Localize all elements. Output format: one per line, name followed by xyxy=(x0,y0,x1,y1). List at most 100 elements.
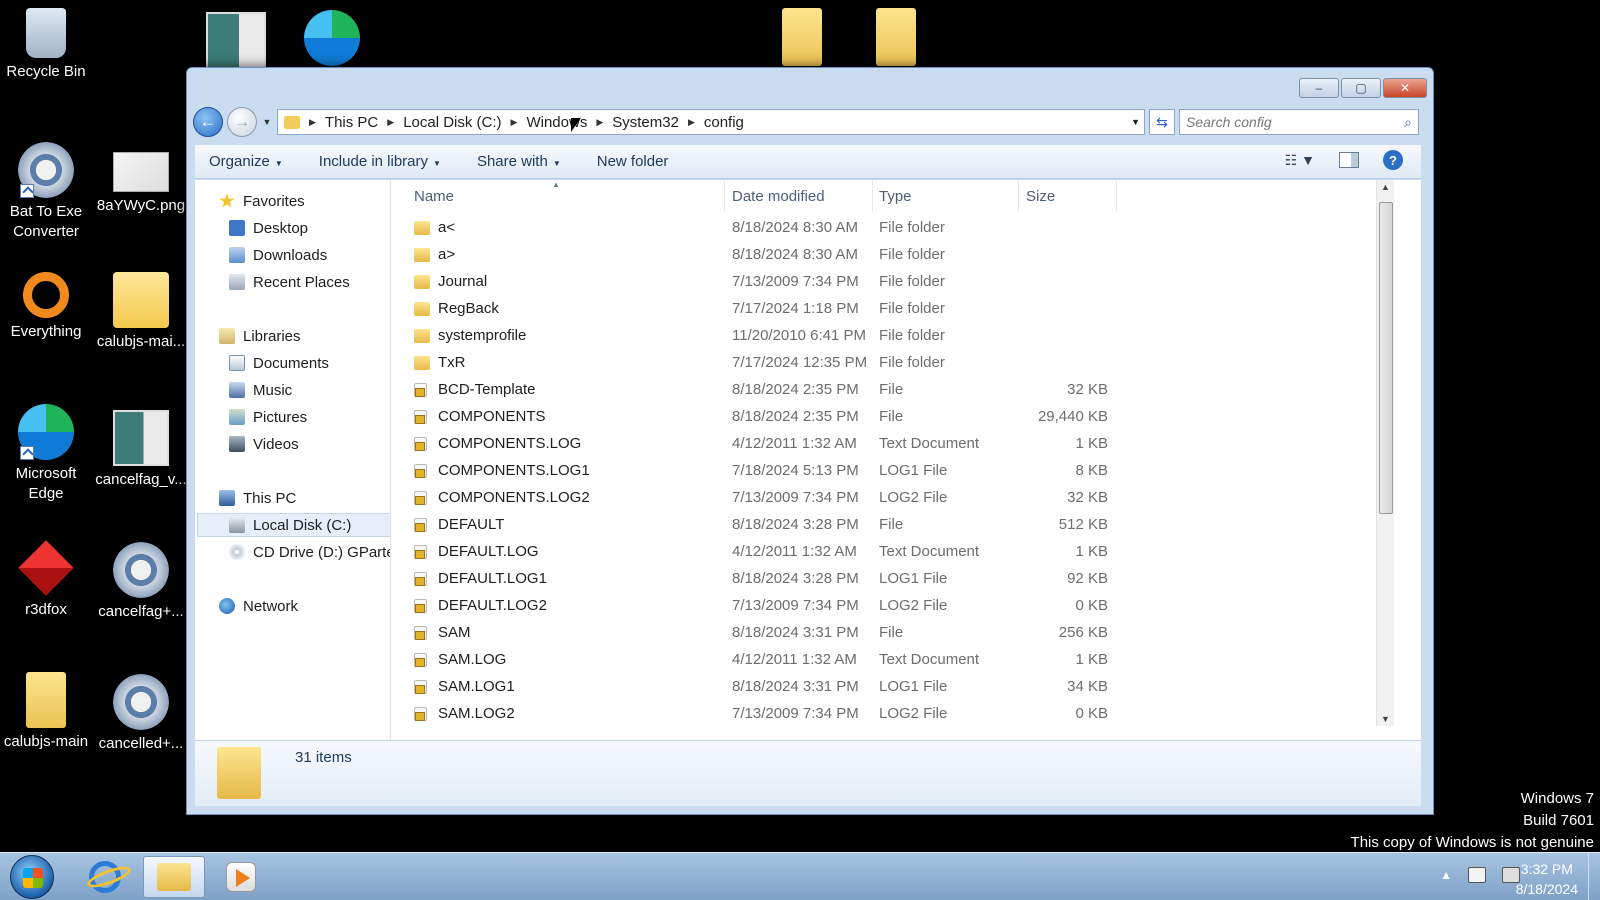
file-name: COMPONENTS.LOG xyxy=(438,435,582,452)
share-with-button[interactable]: Share with ▼ xyxy=(477,153,561,170)
desktop-icon-calubjs-zip[interactable]: calubjs-mai... xyxy=(95,272,187,352)
nav-network[interactable]: Network xyxy=(219,595,298,617)
scroll-down-icon[interactable]: ▼ xyxy=(1381,714,1390,724)
address-bar[interactable]: ▶ This PC ▶ Local Disk (C:) ▶ Windows ▶ … xyxy=(277,109,1145,135)
nav-downloads[interactable]: Downloads xyxy=(229,244,327,266)
desktop-icon-label: cancelfag_v... xyxy=(95,471,187,488)
search-input[interactable]: Search config ⌕ xyxy=(1179,109,1419,135)
show-hidden-icons-button[interactable]: ▲ xyxy=(1440,868,1452,882)
desktop-icon-everything[interactable]: Everything xyxy=(0,272,92,342)
table-row[interactable]: BCD-Template 8/18/2024 2:35 PM File 32 KB xyxy=(392,377,1122,404)
refresh-button[interactable]: ⇆ xyxy=(1149,109,1175,135)
scroll-up-icon[interactable]: ▲ xyxy=(1381,182,1390,192)
nav-libraries[interactable]: Libraries xyxy=(219,325,301,347)
table-row[interactable]: SAM.LOG2 7/13/2009 7:34 PM LOG2 File 0 KB xyxy=(392,701,1122,728)
nav-favorites[interactable]: Favorites xyxy=(219,190,305,212)
back-button[interactable]: ← xyxy=(193,107,223,137)
nav-this-pc[interactable]: This PC xyxy=(219,487,296,509)
nav-local-disk[interactable]: Local Disk (C:) xyxy=(229,514,351,536)
show-desktop-button[interactable] xyxy=(1588,853,1600,900)
include-in-library-button[interactable]: Include in library ▼ xyxy=(319,153,441,170)
breadcrumb-this-pc[interactable]: This PC xyxy=(321,114,382,131)
title-bar[interactable]: – ▢ ✕ xyxy=(187,68,1433,104)
desktop-icon-r3dfox[interactable]: r3dfox xyxy=(0,540,92,620)
new-folder-button[interactable]: New folder xyxy=(597,153,669,170)
help-button[interactable]: ? xyxy=(1383,150,1403,170)
table-row[interactable]: systemprofile 11/20/2010 6:41 PM File fold… xyxy=(392,323,1122,350)
desktop-icon-calubjs-main[interactable]: calubjs-main xyxy=(0,672,92,752)
preview-pane-button[interactable] xyxy=(1339,152,1359,168)
image-file-icon[interactable] xyxy=(206,12,266,70)
nav-recent-places[interactable]: Recent Places xyxy=(229,271,350,293)
table-row[interactable]: a> 8/18/2024 8:30 AM File folder xyxy=(392,242,1122,269)
file-date-modified: 7/17/2024 12:35 PM xyxy=(732,354,868,371)
change-view-button[interactable]: ☷ ▼ xyxy=(1285,152,1315,169)
file-name: Journal xyxy=(438,273,488,290)
table-row[interactable]: COMPONENTS.LOG1 7/18/2024 5:13 PM LOG1 Fil… xyxy=(392,458,1122,485)
column-divider[interactable] xyxy=(1018,180,1019,212)
chevron-down-icon[interactable]: ▼ xyxy=(1131,117,1140,127)
minimize-button[interactable]: – xyxy=(1299,78,1339,98)
taskbar-file-explorer[interactable] xyxy=(143,856,205,898)
column-date-modified[interactable]: Date modified xyxy=(732,188,825,205)
table-row[interactable]: COMPONENTS 8/18/2024 2:35 PM File 29,440 KB xyxy=(392,404,1122,431)
nav-videos[interactable]: Videos xyxy=(229,433,299,455)
close-button[interactable]: ✕ xyxy=(1383,78,1427,98)
scroll-thumb[interactable] xyxy=(1379,202,1393,514)
chevron-right-icon[interactable]: ▶ xyxy=(506,117,523,128)
network-icon[interactable] xyxy=(1468,867,1486,883)
table-row[interactable]: DEFAULT.LOG 4/12/2011 1:32 AM Text Documen… xyxy=(392,539,1122,566)
desktop-icon-bat-to-exe[interactable]: Bat To Exe Converter xyxy=(0,142,92,242)
nav-cd-drive[interactable]: CD Drive (D:) GParted xyxy=(229,541,390,563)
nav-desktop[interactable]: Desktop xyxy=(229,217,308,239)
table-row[interactable]: DEFAULT.LOG1 8/18/2024 3:28 PM LOG1 File 92… xyxy=(392,566,1122,593)
chevron-right-icon[interactable]: ▶ xyxy=(382,117,399,128)
nav-pictures[interactable]: Pictures xyxy=(229,406,307,428)
start-button[interactable] xyxy=(10,855,54,899)
column-size[interactable]: Size xyxy=(1026,188,1055,205)
table-row[interactable]: COMPONENTS.LOG 4/12/2011 1:32 AM Text Docu… xyxy=(392,431,1122,458)
breadcrumb-config[interactable]: config xyxy=(700,114,748,131)
chevron-right-icon[interactable]: ▶ xyxy=(304,117,321,128)
taskbar-media-player[interactable] xyxy=(210,856,272,898)
table-row[interactable]: DEFAULT 8/18/2024 3:28 PM File 512 KB xyxy=(392,512,1122,539)
table-row[interactable]: SAM 8/18/2024 3:31 PM File 256 KB xyxy=(392,620,1122,647)
vertical-scrollbar[interactable]: ▲ ▼ xyxy=(1376,180,1394,726)
desktop-icon-recycle-bin[interactable]: Recycle Bin xyxy=(0,8,92,82)
table-row[interactable]: SAM.LOG 4/12/2011 1:32 AM Text Document 1 K… xyxy=(392,647,1122,674)
folder-icon[interactable] xyxy=(782,8,822,66)
nav-documents[interactable]: Documents xyxy=(229,352,329,374)
column-divider[interactable] xyxy=(1116,180,1117,212)
column-divider[interactable] xyxy=(872,180,873,212)
table-row[interactable]: TxR 7/17/2024 12:35 PM File folder xyxy=(392,350,1122,377)
column-divider[interactable] xyxy=(724,180,725,212)
table-row[interactable]: RegBack 7/17/2024 1:18 PM File folder xyxy=(392,296,1122,323)
chevron-right-icon[interactable]: ▶ xyxy=(591,117,608,128)
table-row[interactable]: DEFAULT.LOG2 7/13/2009 7:34 PM LOG2 File 0 … xyxy=(392,593,1122,620)
table-row[interactable]: Journal 7/13/2009 7:34 PM File folder xyxy=(392,269,1122,296)
desktop-icon-edge[interactable]: Microsoft Edge xyxy=(0,404,92,504)
taskbar-internet-explorer[interactable] xyxy=(74,856,136,898)
desktop-icon-cancelfag-plus[interactable]: cancelfag+... xyxy=(95,542,187,622)
forward-button[interactable]: → xyxy=(227,107,257,137)
desktop-icon-png[interactable]: 8aYWyC.png xyxy=(95,152,187,216)
breadcrumb-system32[interactable]: System32 xyxy=(608,114,683,131)
file-name: TxR xyxy=(438,354,466,371)
desktop-icon-cancelfag-v[interactable]: cancelfag_v... xyxy=(95,410,187,490)
nav-music[interactable]: Music xyxy=(229,379,292,401)
system-clock[interactable]: 3:32 PM 8/18/2024 xyxy=(1516,859,1578,899)
table-row[interactable]: a< 8/18/2024 8:30 AM File folder xyxy=(392,215,1122,242)
search-icon[interactable]: ⌕ xyxy=(1404,114,1412,131)
recent-pages-dropdown[interactable]: ▼ xyxy=(261,117,273,127)
breadcrumb-local-disk[interactable]: Local Disk (C:) xyxy=(399,114,505,131)
folder-icon[interactable] xyxy=(876,8,916,66)
column-type[interactable]: Type xyxy=(879,188,912,205)
organize-button[interactable]: Organize ▼ xyxy=(209,153,283,170)
globe-icon[interactable] xyxy=(304,10,360,66)
maximize-button[interactable]: ▢ xyxy=(1341,78,1381,98)
table-row[interactable]: SAM.LOG1 8/18/2024 3:31 PM LOG1 File 34 KB xyxy=(392,674,1122,701)
desktop-icon-cancelled-plus[interactable]: cancelled+... xyxy=(95,674,187,754)
column-name[interactable]: Name xyxy=(414,188,454,205)
chevron-right-icon[interactable]: ▶ xyxy=(683,117,700,128)
table-row[interactable]: COMPONENTS.LOG2 7/13/2009 7:34 PM LOG2 Fil… xyxy=(392,485,1122,512)
